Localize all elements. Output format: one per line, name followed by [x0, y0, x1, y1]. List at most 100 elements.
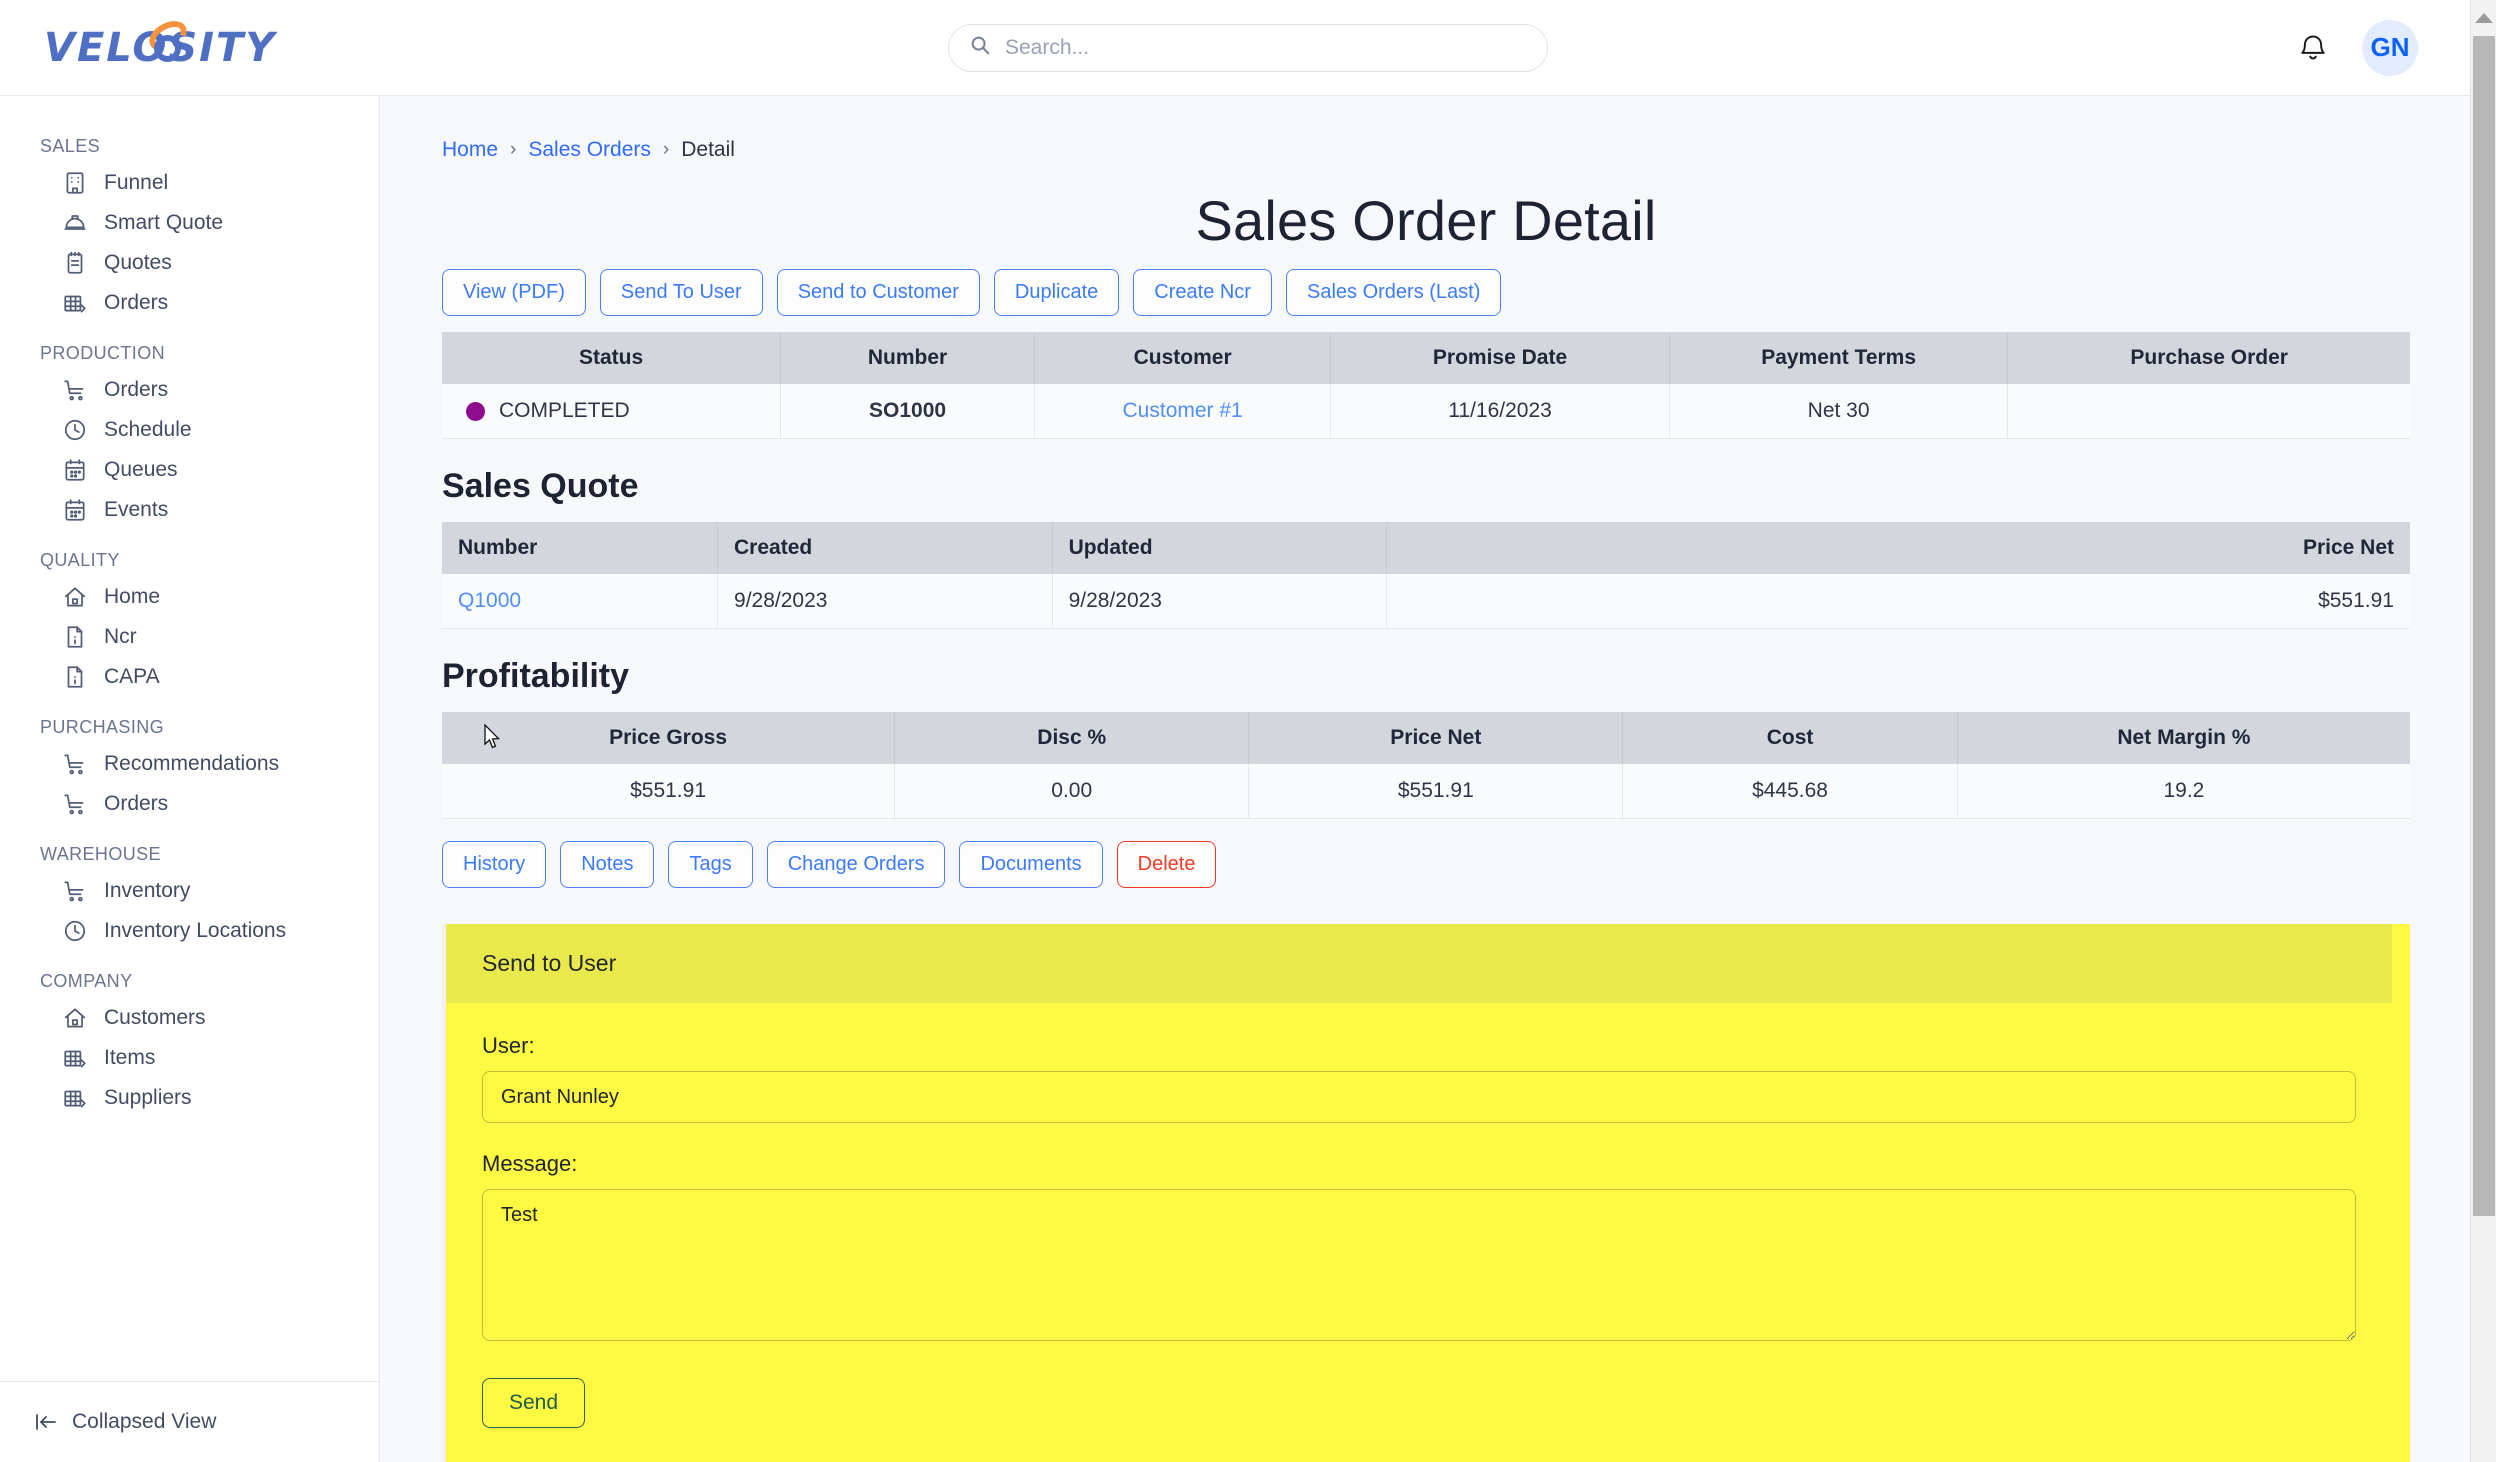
- send-to-user-button[interactable]: Send To User: [599, 269, 763, 316]
- cart-icon: [62, 791, 100, 817]
- primary-action-bar: View (PDF) Send To User Send to Customer Du…: [442, 269, 2410, 316]
- search-area: [380, 23, 2116, 72]
- top-bar: VELOSITY GN: [0, 0, 2496, 96]
- cart-icon: [62, 878, 100, 904]
- sales-orders-last--button[interactable]: Sales Orders (Last): [1285, 269, 1502, 316]
- sidebar-item-inventory-locations[interactable]: Inventory Locations: [0, 911, 379, 951]
- send-to-customer-button[interactable]: Send to Customer: [776, 269, 980, 316]
- search-input[interactable]: [1003, 34, 1527, 61]
- cell-quote-created: 9/28/2023: [717, 574, 1053, 629]
- table-row: $551.91 0.00 $551.91 $445.68 19.2: [442, 764, 2410, 819]
- col-price-gross: Price Gross: [442, 712, 896, 764]
- user-field[interactable]: [482, 1071, 2356, 1123]
- sidebar-group-title-quality: QUALITY: [40, 550, 120, 570]
- sidebar-collapse-label: Collapsed View: [72, 1410, 217, 1433]
- collapse-left-icon: [34, 1412, 58, 1432]
- tags-button[interactable]: Tags: [668, 841, 753, 888]
- sidebar-item-capa[interactable]: CAPA: [0, 657, 379, 697]
- sidebar-item-label: Smart Quote: [104, 211, 224, 234]
- sidebar-item-items[interactable]: Items: [0, 1038, 379, 1078]
- sidebar-group-title-production: PRODUCTION: [40, 343, 165, 363]
- bell-icon[interactable]: [2296, 31, 2330, 65]
- cell-disc-pct: 0.00: [894, 764, 1250, 819]
- sidebar-item-label: Ncr: [104, 625, 137, 648]
- brand-logo[interactable]: VELOSITY: [0, 14, 380, 71]
- scrollbar-thumb[interactable]: [2473, 36, 2495, 1216]
- building-icon: [62, 170, 100, 196]
- clock-icon: [62, 918, 100, 944]
- sidebar-item-queues[interactable]: Queues: [0, 450, 379, 490]
- user-field-label: User:: [482, 1033, 535, 1058]
- sidebar-item-inventory[interactable]: Inventory: [0, 871, 379, 911]
- status-text: COMPLETED: [499, 399, 630, 422]
- col-customer: Customer: [1034, 332, 1332, 384]
- cell-price-gross: $551.91: [442, 764, 896, 819]
- history-button[interactable]: History: [442, 841, 547, 888]
- cell-net-margin-pct: 19.2: [1957, 764, 2410, 819]
- sidebar-item-events[interactable]: Events: [0, 490, 379, 530]
- sidebar-group-title-warehouse: WAREHOUSE: [40, 844, 161, 864]
- sidebar-item-label: Quotes: [104, 251, 172, 274]
- delete-button[interactable]: Delete: [1116, 841, 1217, 888]
- customer-link[interactable]: Customer #1: [1123, 399, 1243, 422]
- home-icon: [62, 584, 100, 610]
- sidebar-item-quotes[interactable]: Quotes: [0, 243, 379, 283]
- order-summary-table: Status Number Customer Promise Date Paym…: [442, 332, 2410, 439]
- sidebar-item-orders[interactable]: Orders: [0, 283, 379, 323]
- vertical-scrollbar[interactable]: [2470, 0, 2496, 1462]
- sidebar-item-label: Funnel: [104, 171, 169, 194]
- sidebar-item-label: Customers: [104, 1006, 206, 1029]
- sidebar-collapse-toggle[interactable]: Collapsed View: [0, 1381, 379, 1462]
- logo-circle-icon: [154, 34, 181, 62]
- cell-status: COMPLETED: [442, 384, 782, 439]
- table-header-row: Status Number Customer Promise Date Paym…: [442, 332, 2410, 384]
- breadcrumb-home[interactable]: Home: [442, 138, 498, 162]
- breadcrumb-sales-orders[interactable]: Sales Orders: [528, 138, 651, 162]
- sidebar-item-recommendations[interactable]: Recommendations: [0, 744, 379, 784]
- sidebar-item-label: Events: [104, 498, 169, 521]
- sidebar-item-schedule[interactable]: Schedule: [0, 410, 379, 450]
- col-quote-number: Number: [442, 522, 719, 574]
- sidebar-item-orders[interactable]: Orders: [0, 370, 379, 410]
- col-cost: Cost: [1622, 712, 1958, 764]
- calendar-icon: [62, 497, 100, 523]
- col-quote-created: Created: [717, 522, 1053, 574]
- documents-button[interactable]: Documents: [959, 841, 1103, 888]
- send-to-user-panel: Send to User User: Message: Send: [442, 924, 2410, 1462]
- breadcrumb-current: Detail: [681, 138, 735, 161]
- profitability-heading: Profitability: [442, 657, 630, 695]
- table-header-row: Number Created Updated Price Net: [442, 522, 2410, 574]
- main-content: Home › Sales Orders › Detail Sales Order…: [380, 96, 2496, 1462]
- sidebar-item-suppliers[interactable]: Suppliers: [0, 1078, 379, 1118]
- change-orders-button[interactable]: Change Orders: [766, 841, 946, 888]
- top-bar-right: GN: [2116, 19, 2496, 76]
- sidebar-item-customers[interactable]: Customers: [0, 998, 379, 1038]
- warehouse-icon: [62, 1085, 100, 1111]
- cart-icon: [62, 377, 100, 403]
- sidebar-item-orders[interactable]: Orders: [0, 784, 379, 824]
- message-field[interactable]: [482, 1189, 2356, 1341]
- sidebar-item-home[interactable]: Home: [0, 577, 379, 617]
- status-badge: [466, 401, 485, 421]
- duplicate-button[interactable]: Duplicate: [993, 269, 1120, 316]
- scroll-up-arrow-icon[interactable]: [2474, 13, 2493, 23]
- notes-button[interactable]: Notes: [560, 841, 655, 888]
- sidebar-item-funnel[interactable]: Funnel: [0, 163, 379, 203]
- hardhat-icon: [62, 210, 100, 236]
- quote-number-link[interactable]: Q1000: [458, 589, 521, 612]
- sidebar-item-smart-quote[interactable]: Smart Quote: [0, 203, 379, 243]
- sidebar-item-label: Items: [104, 1046, 156, 1069]
- cell-cost: $445.68: [1622, 764, 1958, 819]
- create-ncr-button[interactable]: Create Ncr: [1133, 269, 1272, 316]
- cell-promise-date: 11/16/2023: [1330, 384, 1670, 439]
- col-net-margin-pct: Net Margin %: [1957, 712, 2410, 764]
- avatar[interactable]: GN: [2362, 19, 2418, 76]
- sidebar-item-label: Orders: [104, 291, 169, 314]
- calendar-icon: [62, 457, 100, 483]
- send-button[interactable]: Send: [482, 1378, 586, 1428]
- view-pdf--button[interactable]: View (PDF): [442, 269, 586, 316]
- search-box[interactable]: [948, 23, 1548, 72]
- sidebar-item-ncr[interactable]: Ncr: [0, 617, 379, 657]
- cell-purchase-order: [2007, 384, 2410, 439]
- send-panel-body: User: Message: Send: [446, 1003, 2392, 1462]
